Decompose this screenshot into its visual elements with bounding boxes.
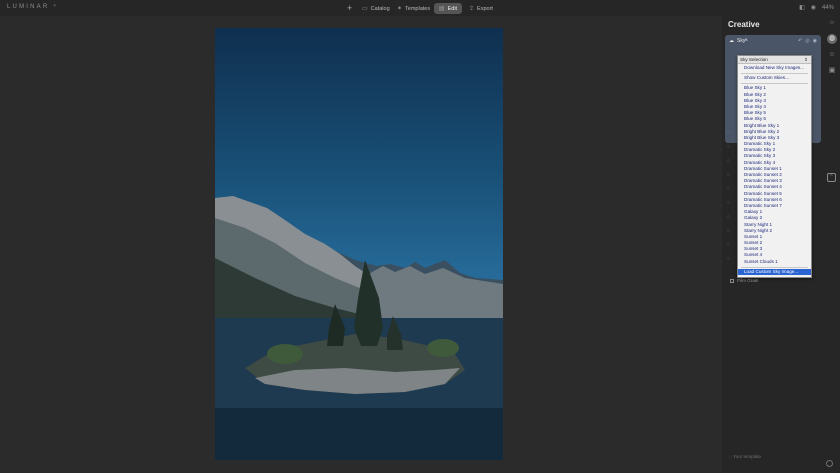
tool-icon[interactable]: ◌: [727, 186, 737, 200]
compare-icon[interactable]: ◧: [799, 4, 805, 11]
panel-toggle-icon[interactable]: ⌃: [827, 173, 836, 182]
tool-category-bar: ☼ ◍ ☺ ▣: [825, 18, 839, 82]
tool-icon[interactable]: ◌: [727, 158, 737, 172]
menu-divider: [741, 71, 808, 75]
tool-icon[interactable]: ◌: [727, 228, 737, 242]
film-grain-tool[interactable]: Film Grain: [730, 278, 758, 283]
app-logo: LUMINAR ⁴: [7, 4, 59, 10]
photo-preview[interactable]: [215, 28, 503, 460]
film-grain-label: Film Grain: [737, 278, 759, 283]
tool-icon[interactable]: ◌: [727, 144, 737, 158]
tool-icon[interactable]: ◌: [727, 256, 737, 270]
essentials-icon[interactable]: ☼: [827, 18, 837, 28]
tab-export-label: Export: [477, 5, 493, 12]
templates-icon: ✶: [397, 6, 403, 12]
tab-edit-label: Edit: [447, 5, 458, 12]
tool-icon[interactable]: ◌: [727, 130, 737, 144]
sky-selection-dropdown[interactable]: Sky Selection ⇕ Download New Sky Images.…: [737, 55, 812, 278]
menu-divider: [741, 265, 808, 268]
sky-tool-header[interactable]: ☁ Sky ᴮ ↶ ◎ ◉: [725, 35, 821, 46]
folder-icon: ▭: [362, 6, 368, 12]
tool-icon[interactable]: ◌: [727, 214, 737, 228]
portrait-icon[interactable]: ☺: [827, 50, 837, 60]
creative-icon[interactable]: ◍: [827, 34, 837, 44]
landscape-image: [215, 196, 503, 460]
template-input[interactable]: ◌ Your template: [729, 454, 761, 459]
tool-icon[interactable]: ◌: [727, 200, 737, 214]
tab-edit[interactable]: ▤ Edit: [434, 3, 462, 14]
professional-icon[interactable]: ▣: [827, 66, 837, 76]
tab-templates-label: Templates: [405, 5, 431, 12]
sky-list: Blue Sky 1 Blue Sky 2 Blue Sky 3 Blue Sky 4…: [738, 85, 811, 264]
menu-item-load-custom[interactable]: Load Custom Sky Image...: [738, 268, 811, 275]
menu-item-download[interactable]: Download New Sky Images...: [738, 65, 811, 71]
tool-icon[interactable]: ◌: [727, 242, 737, 256]
tab-templates[interactable]: ✶ Templates: [397, 3, 430, 14]
add-button[interactable]: +: [347, 2, 352, 13]
more-icon[interactable]: ◉: [813, 38, 817, 44]
top-right-controls: ◧ ◉ 44%: [799, 4, 834, 12]
edit-icon: ▤: [438, 6, 445, 12]
menu-divider: [741, 81, 808, 85]
cloud-icon: ☁: [729, 37, 734, 44]
sky-tool-label: Sky: [737, 37, 746, 44]
sky-selection-header[interactable]: Sky Selection ⇕: [738, 56, 811, 64]
history-icon[interactable]: [826, 460, 833, 467]
top-bar: LUMINAR ⁴ + ▭ Catalog ✶ Templates ▤ Edit…: [0, 0, 840, 16]
reset-icon[interactable]: ↶: [798, 38, 802, 44]
visibility-icon[interactable]: ◎: [805, 38, 809, 44]
tool-icons-column: ◌ ◌ ◌ ◌ ◌ ◌ ◌ ◌ ◌ ◌: [727, 130, 737, 270]
panel-title: Creative: [728, 20, 760, 29]
zoom-level[interactable]: 44%: [822, 5, 834, 11]
beta-mark: ᴮ: [745, 37, 748, 44]
chevron-updown-icon: ⇕: [804, 57, 808, 62]
film-grain-icon: [730, 278, 734, 283]
sky-selection-title: Sky Selection: [740, 57, 768, 62]
tab-catalog[interactable]: ▭ Catalog: [362, 3, 390, 14]
tab-catalog-label: Catalog: [370, 5, 390, 12]
tab-export[interactable]: ⇪ Export: [469, 3, 493, 14]
template-placeholder: Your template: [732, 454, 762, 459]
export-icon: ⇪: [469, 6, 475, 12]
tool-icon[interactable]: ◌: [727, 172, 737, 186]
eye-icon[interactable]: ◉: [811, 4, 816, 11]
